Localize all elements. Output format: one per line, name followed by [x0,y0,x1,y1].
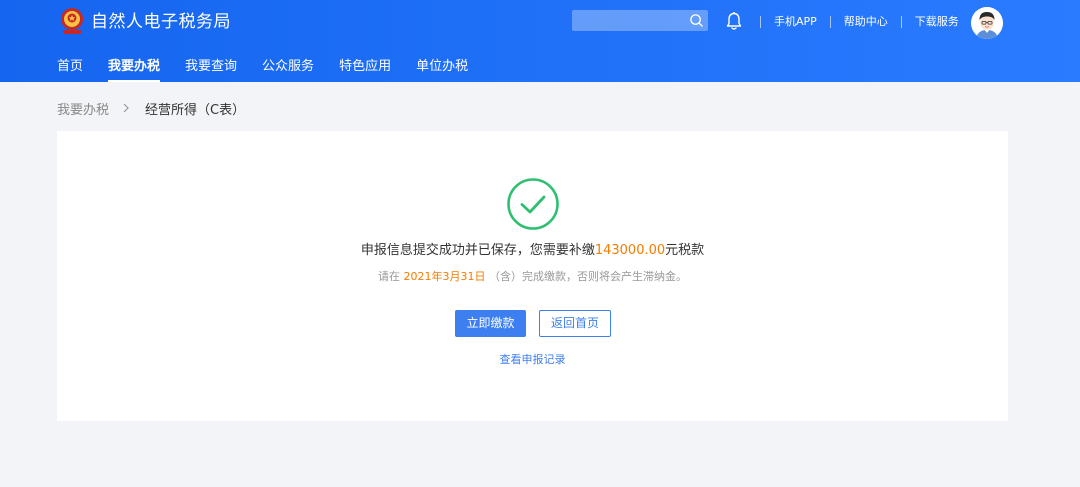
main-nav: 首页 我要办税 我要查询 公众服务 特色应用 单位办税 [57,58,493,82]
breadcrumb-parent[interactable]: 我要办税 [57,99,109,118]
nav-unit-tax[interactable]: 单位办税 [416,58,468,82]
help-center-link[interactable]: 帮助中心 [831,14,901,30]
top-links: 手机APP 帮助中心 下载服务 [760,14,972,30]
result-message-prefix: 申报信息提交成功并已保存，您需要补缴 [360,243,595,258]
pay-now-button[interactable]: 立即缴款 [455,310,526,337]
nav-home[interactable]: 首页 [57,58,83,82]
deadline-suffix: （含）完成缴款，否则将会产生滞纳金。 [485,270,687,283]
result-card: 申报信息提交成功并已保存，您需要补缴143000.00元税款 请在 2021年3… [57,131,1008,421]
chevron-right-icon [123,103,129,113]
tax-amount: 143000.00 [594,243,666,258]
nav-query[interactable]: 我要查询 [185,58,237,82]
return-home-button[interactable]: 返回首页 [539,310,611,337]
site-title[interactable]: 自然人电子税务局 [91,10,231,34]
user-avatar[interactable] [971,7,1003,39]
nav-public-services[interactable]: 公众服务 [262,58,314,82]
nav-tax-handling[interactable]: 我要办税 [108,58,161,82]
download-service-link[interactable]: 下载服务 [902,14,972,30]
deadline-prefix: 请在 [378,270,404,283]
breadcrumb-current: 经营所得（C表） [145,102,246,118]
check-circle-icon [507,178,559,230]
mobile-app-link[interactable]: 手机APP [761,14,830,30]
search-box[interactable] [572,10,708,32]
tax-emblem-icon[interactable] [59,6,85,36]
result-message-suffix: 元税款 [665,243,705,258]
result-message: 申报信息提交成功并已保存，您需要补缴143000.00元税款 [57,242,1008,260]
bell-icon[interactable] [725,11,743,31]
view-filing-records-text[interactable]: 查看申报记录 [500,353,566,366]
breadcrumb: 我要办税 经营所得（C表） [57,98,245,118]
search-input[interactable] [572,10,682,32]
top-header: 自然人电子税务局 手机APP 帮助中心 下载服务 首页 我要办税 我要查询 公众… [0,0,1080,82]
due-date: 2021年3月31日 [403,270,486,283]
nav-featured-apps[interactable]: 特色应用 [339,58,391,82]
view-filing-records-link: 查看申报记录 [57,352,1008,368]
search-icon[interactable] [689,13,704,28]
payment-deadline-note: 请在 2021年3月31日 （含）完成缴款，否则将会产生滞纳金。 [57,269,1008,285]
